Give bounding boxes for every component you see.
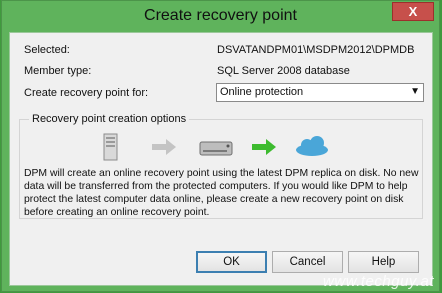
dialog-title: Create recovery point [144, 7, 297, 24]
green-arrow-icon [252, 139, 276, 155]
selected-label: Selected: [24, 44, 70, 56]
selected-value: DSVATANDPM01\MSDPM2012\DPMDB [217, 44, 415, 56]
ok-button[interactable]: OK [196, 251, 267, 273]
watermark-text: www.techguy.at [323, 273, 434, 290]
server-icon [103, 133, 118, 161]
title-bar[interactable]: Create recovery point X [2, 1, 439, 31]
dialog-body: Selected: DSVATANDPM01\MSDPM2012\DPMDB M… [9, 32, 433, 286]
disk-icon [199, 141, 233, 156]
workflow-icons [103, 133, 328, 161]
member-type-label: Member type: [24, 65, 92, 77]
options-description: DPM will create an online recovery point… [24, 168, 419, 218]
gray-arrow-icon [152, 139, 176, 155]
dialog-window: Create recovery point X Selected: DSVATA… [1, 0, 440, 292]
create-for-label: Create recovery point for: [24, 87, 149, 99]
cloud-icon [296, 136, 328, 156]
cancel-button[interactable]: Cancel [272, 251, 343, 273]
options-group-legend: Recovery point creation options [29, 113, 190, 125]
create-for-selected-value: Online protection [220, 86, 304, 98]
close-button[interactable]: X [392, 2, 434, 21]
create-for-dropdown[interactable]: Online protection ▼ [216, 83, 424, 102]
help-button[interactable]: Help [348, 251, 419, 273]
chevron-down-icon[interactable]: ▼ [410, 86, 420, 97]
member-type-value: SQL Server 2008 database [217, 65, 350, 77]
